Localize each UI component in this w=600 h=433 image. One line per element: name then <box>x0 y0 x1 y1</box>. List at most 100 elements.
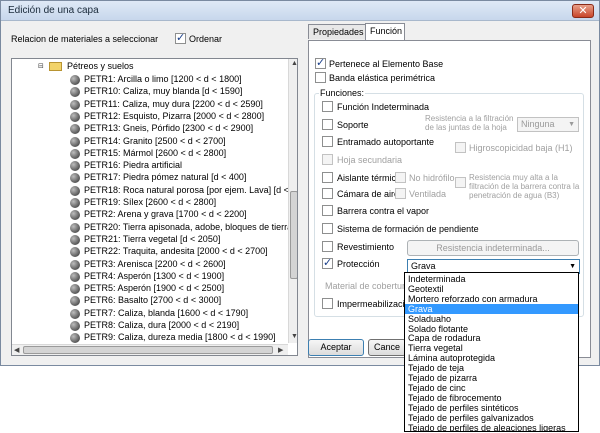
material-sphere-icon <box>70 271 80 282</box>
tree-item[interactable]: PETR2: Arena y grava [1700 < d < 2200] <box>70 209 288 221</box>
tab-properties[interactable]: Propiedades <box>308 24 366 39</box>
self-support-checkbox[interactable] <box>322 136 333 147</box>
dropdown-option[interactable]: Solado flotante <box>405 324 578 334</box>
dropdown-option[interactable]: Tejado de teja <box>405 363 578 373</box>
tree-item[interactable]: PETR16: Piedra artificial <box>70 160 288 172</box>
tree-item[interactable]: PETR11: Caliza, muy dura [2200 < d < 259… <box>70 99 288 111</box>
dropdown-option[interactable]: Grava <box>405 303 578 314</box>
tree-item[interactable]: PETR8: Caliza, dura [2000 < d < 2190] <box>70 320 288 332</box>
joint-resistance-label: Resistencia a la filtración de las junta… <box>425 114 514 132</box>
dropdown-option[interactable]: Tejado de fibrocemento <box>405 393 578 403</box>
tree-item[interactable]: PETR21: Tierra vegetal [d < 2050] <box>70 234 288 246</box>
close-button[interactable]: ✕ <box>572 4 594 18</box>
secondary-leaf-checkbox <box>322 154 333 165</box>
slope-system-checkbox[interactable] <box>322 223 333 234</box>
materials-tree[interactable]: ⊟ Pétreos y suelos PETR1: Arcilla o limo [… <box>11 58 298 356</box>
dropdown-option[interactable]: Tejado de perfiles sintéticos <box>405 403 578 413</box>
tree-root-label: Pétreos y suelos <box>67 61 134 71</box>
order-checkbox[interactable] <box>175 31 186 44</box>
air-chamber-checkbox[interactable] <box>322 188 333 199</box>
joint-resistance-value: Ninguna <box>521 119 555 129</box>
scroll-thumb[interactable] <box>290 191 297 279</box>
protection-checkbox[interactable] <box>322 256 333 269</box>
material-sphere-icon <box>70 173 80 184</box>
dropdown-option[interactable]: Tejado de perfiles galvanizados <box>405 413 578 423</box>
tree-item[interactable]: PETR17: Piedra pómez natural [d < 400] <box>70 172 288 184</box>
tree-item[interactable]: PETR3: Arenisca [2200 < d < 2600] <box>70 259 288 271</box>
waterproofing-checkbox[interactable] <box>322 298 333 309</box>
material-sphere-icon <box>70 75 80 85</box>
tree-item[interactable]: PETR18: Roca natural porosa [por ejem. L… <box>70 185 288 197</box>
tree-item-label: PETR16: Piedra artificial <box>84 160 183 171</box>
material-sphere-icon <box>70 333 80 344</box>
material-sphere-icon <box>70 308 80 319</box>
tree-item[interactable]: PETR6: Basalto [2700 < d < 3000] <box>70 295 288 307</box>
dropdown-option[interactable]: Geotextil <box>405 284 578 294</box>
dropdown-option[interactable]: Soladuaho <box>405 314 578 324</box>
tree-item[interactable]: PETR14: Granito [2500 < d < 2700] <box>70 136 288 148</box>
support-checkbox[interactable] <box>322 119 333 130</box>
tree-item[interactable]: PETR12: Esquisto, Pizarra [2000 < d < 28… <box>70 111 288 123</box>
tree-item[interactable]: PETR9: Caliza, dureza media [1800 < d < … <box>70 332 288 344</box>
belongs-base-checkbox[interactable] <box>315 56 326 69</box>
tree-horizontal-scrollbar[interactable]: ◀ ▶ <box>12 344 288 355</box>
dropdown-option[interactable]: Mortero reforzado con armadura <box>405 294 578 304</box>
dropdown-option[interactable]: Lámina autoprotegida <box>405 353 578 363</box>
hygroscopicity-checkbox <box>455 142 466 153</box>
accept-button[interactable]: Aceptar <box>308 339 364 356</box>
tree-item[interactable]: PETR13: Gneis, Pórfido [2300 < d < 2900] <box>70 123 288 135</box>
scroll-down-icon[interactable]: ▼ <box>291 333 297 340</box>
elastic-band-checkbox[interactable] <box>315 72 326 83</box>
support-label: Soporte <box>337 120 369 130</box>
tree-item[interactable]: PETR1: Arcilla o limo [1200 < d < 1800] <box>70 74 288 86</box>
tree-item[interactable]: PETR4: Asperón [1300 < d < 1900] <box>70 271 288 283</box>
tab-function[interactable]: Función <box>365 23 405 40</box>
joint-resistance-select: Ninguna ▼ <box>517 117 579 132</box>
tree-item[interactable]: PETR5: Asperón [1900 < d < 2500] <box>70 283 288 295</box>
hscroll-thumb[interactable] <box>23 346 273 354</box>
self-support-label: Entramado autoportante <box>337 137 435 147</box>
material-sphere-icon <box>70 284 80 295</box>
dropdown-option[interactable]: Tejado de perfiles de aleaciones ligeras <box>405 423 578 432</box>
tree-vertical-scrollbar[interactable]: ▲ ▼ <box>288 59 297 343</box>
scroll-up-icon[interactable]: ▲ <box>291 60 297 67</box>
scroll-right-icon[interactable]: ▶ <box>278 346 283 354</box>
waterproofing-label: Impermeabilización <box>337 299 415 309</box>
material-sphere-icon <box>70 185 80 196</box>
material-sphere-icon <box>70 161 80 172</box>
material-sphere-icon <box>70 296 80 307</box>
title-bar[interactable]: Edición de una capa ✕ <box>1 1 599 21</box>
dropdown-option[interactable]: Indeterminada <box>405 274 578 284</box>
tree-item[interactable]: PETR7: Caliza, blanda [1600 < d < 1790] <box>70 308 288 320</box>
tree-item[interactable]: PETR15: Mármol [2600 < d < 2800] <box>70 148 288 160</box>
cancel-button[interactable]: Cance <box>368 339 406 356</box>
vapor-barrier-checkbox[interactable] <box>322 205 333 216</box>
tree-item-label: PETR19: Sílex [2600 < d < 2800] <box>84 197 217 207</box>
protection-value: Grava <box>411 261 436 271</box>
non-hydrophilic-label: No hidrófilo <box>409 173 455 183</box>
tree-item[interactable]: PETR19: Sílex [2600 < d < 2800] <box>70 197 288 209</box>
material-sphere-icon <box>70 234 80 245</box>
scroll-left-icon[interactable]: ◀ <box>14 346 19 354</box>
material-sphere-icon <box>70 198 80 208</box>
dropdown-option[interactable]: Tejado de pizarra <box>405 373 578 383</box>
tree-item-label: PETR14: Granito [2500 < d < 2700] <box>84 135 226 146</box>
barrier-resistance-label: Resistencia muy alta a la filtración de … <box>469 173 580 200</box>
dropdown-option[interactable]: Capa de rodadura <box>405 333 578 343</box>
tree-item-label: PETR7: Caliza, blanda [1600 < d < 1790] <box>84 307 249 318</box>
indeterminate-function-checkbox[interactable] <box>322 101 333 112</box>
materials-list-label: Relacion de materiales a seleccionar <box>11 34 159 44</box>
tree-collapse-icon[interactable]: ⊟ <box>38 62 44 70</box>
ventilated-label: Ventilada <box>409 189 447 199</box>
tree-item[interactable]: PETR20: Tierra apisonada, adobe, bloques… <box>70 222 288 234</box>
slope-system-label: Sistema de formación de pendiente <box>337 224 479 234</box>
tree-item[interactable]: PETR10: Caliza, muy blanda [d < 1590] <box>70 86 288 98</box>
dropdown-option[interactable]: Tejado de cinc <box>405 383 578 393</box>
protection-dropdown-list[interactable]: Indeterminada Geotextil Mortero reforzado … <box>404 272 579 432</box>
dropdown-option[interactable]: Tierra vegetal <box>405 343 578 353</box>
tree-item[interactable]: PETR22: Traquita, andesita [2000 < d < 2… <box>70 246 288 258</box>
tree-item-label: PETR8: Caliza, dura [2000 < d < 2190] <box>84 320 240 330</box>
thermal-insulation-checkbox[interactable] <box>322 172 333 183</box>
cladding-checkbox[interactable] <box>322 241 333 252</box>
non-hydrophilic-checkbox <box>395 172 406 183</box>
